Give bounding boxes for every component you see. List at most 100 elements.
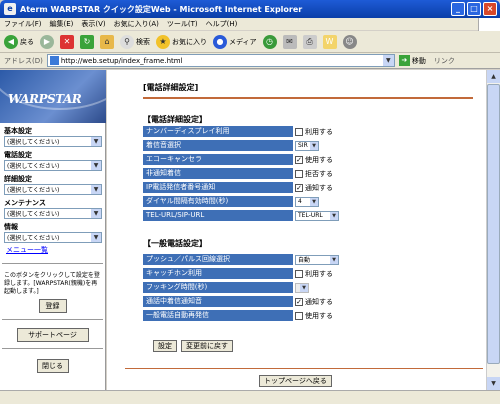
tel-sip-url-select[interactable]: TEL-URL ▼ [295,210,339,221]
chevron-down-icon: ▼ [91,209,101,218]
close-button[interactable]: 閉じる [36,359,69,373]
ringtone-value: SIR ▼ [295,140,319,151]
sidebar-select-phone[interactable]: (選択してください) ▼ [4,160,102,171]
vertical-scrollbar[interactable]: ▲ ▼ [486,70,500,390]
support-page-button[interactable]: サポートページ [16,328,89,342]
logo-text: WARPSTAR [8,92,82,106]
sidebar-section-basic: 基本設定 (選択してください) ▼ [0,123,105,147]
go-button[interactable]: ➜ 移動 [398,55,426,66]
sidebar-select-info[interactable]: (選択してください) ▼ [4,232,102,243]
checkbox-checked[interactable]: ✓ [295,155,303,164]
hooking-time-value: ▼ [295,282,309,293]
menu-edit[interactable]: 編集(E) [50,19,74,29]
back-button[interactable]: ◀ 戻る [4,34,34,49]
setting-row-echo-cancel: エコーキャンセラ ✓ 使用する [143,154,355,165]
checkbox-label: 通知する [305,297,333,306]
setting-row-tel-sip-url: TEL-URL/SIP-URL TEL-URL ▼ [143,210,355,221]
address-label: アドレス(D) [4,56,43,65]
scroll-up-icon[interactable]: ▲ [487,70,500,83]
mail-button[interactable]: ✉ [282,34,297,49]
checkbox-unchecked[interactable] [295,169,303,178]
print-button[interactable]: ⎙ [302,34,317,49]
page-title-block: [電話詳細設定] [143,82,473,99]
menu-tools[interactable]: ツール(T) [167,19,198,29]
menu-file[interactable]: ファイル(F) [4,19,42,29]
phone-section-heading: 【電話詳細設定】 [143,115,207,124]
edit-button[interactable]: W [322,34,337,49]
setting-row-dial-interval: ダイヤル間隔有効時間(秒) 4 ▼ [143,196,355,207]
ip-caller-id-checkbox[interactable]: ✓ 通知する [295,182,333,193]
sidebar-section-maintenance: メンテナンス (選択してください) ▼ [0,195,105,219]
call-notify-tone-checkbox[interactable]: ✓ 通知する [295,296,333,307]
register-button[interactable]: 登録 [38,299,67,313]
favorites-label: お気に入り [172,37,207,46]
select-value: (選択してください) [7,235,60,242]
links-button[interactable]: リンク [434,56,455,66]
checkbox-unchecked[interactable] [295,127,303,136]
media-button[interactable]: ● メディア [213,34,257,49]
echo-cancel-checkbox[interactable]: ✓ 使用する [295,154,333,165]
select-value: 4 [298,198,302,205]
refresh-button[interactable]: ↻ [80,34,94,49]
windows-logo-icon [478,17,500,31]
address-input[interactable]: http://web.setup/index_frame.html ▼ [46,54,395,67]
divider [2,319,103,320]
window-titlebar: e Aterm WARPSTAR クイック設定Web - Microsoft I… [0,0,500,18]
setting-label: ダイヤル間隔有効時間(秒) [143,196,293,207]
status-bar [0,390,500,404]
back-arrow-icon: ◀ [4,34,18,49]
checkbox-checked[interactable]: ✓ [295,297,303,306]
number-display-checkbox[interactable]: 利用する [295,126,333,137]
favorites-button[interactable]: ★ お気に入り [156,34,207,49]
checkbox-label: 拒否する [305,169,333,178]
push-pulse-select[interactable]: 自動 ▼ [295,254,339,265]
ringtone-select[interactable]: SIR ▼ [295,140,319,151]
menu-bar: ファイル(F) 編集(E) 表示(V) お気に入り(A) ツール(T) ヘルプ(… [0,17,500,31]
call-waiting-checkbox[interactable]: 利用する [295,268,333,279]
chevron-down-icon: ▼ [330,211,338,220]
go-label: 移動 [411,56,426,65]
chevron-down-icon: ▼ [91,185,101,194]
setting-row-call-notify-tone: 通話中着信通知音 ✓ 通知する [143,296,355,307]
top-page-button[interactable]: トップページへ戻る [259,375,332,387]
window-controls: _ □ × [451,2,497,16]
dial-interval-value: 4 ▼ [295,196,319,207]
select-value: (選択してください) [7,139,60,146]
auto-redial-checkbox[interactable]: 使用する [295,310,333,321]
menu-list-link[interactable]: メニュー一覧 [0,243,105,257]
checkbox-label: 使用する [305,155,333,164]
divider [2,348,103,349]
revert-button[interactable]: 変更前に戻す [181,340,233,352]
sidebar-select-basic[interactable]: (選択してください) ▼ [4,136,102,147]
checkbox-unchecked[interactable] [295,311,303,320]
hooking-time-select: ▼ [295,282,309,293]
scroll-thumb[interactable] [487,84,500,364]
maximize-button[interactable]: □ [467,2,481,16]
close-window-button[interactable]: × [483,2,497,16]
sidebar-select-maintenance[interactable]: (選択してください) ▼ [4,208,102,219]
checkbox-unchecked[interactable] [295,269,303,278]
minimize-button[interactable]: _ [451,2,465,16]
chevron-down-icon: ▼ [310,141,318,150]
home-button[interactable]: ⌂ [100,34,114,49]
search-button[interactable]: ⚲ 検索 [120,34,150,49]
messenger-button[interactable]: ☺ [342,34,357,49]
dial-interval-select[interactable]: 4 ▼ [295,196,319,207]
checkbox-checked[interactable]: ✓ [295,183,303,192]
anonymous-call-checkbox[interactable]: 拒否する [295,168,333,179]
stop-button[interactable]: ✕ [60,34,74,49]
menu-view[interactable]: 表示(V) [81,19,105,29]
forward-button[interactable]: ▶ [40,34,54,49]
page-title: [電話詳細設定] [143,83,199,92]
select-value: TEL-URL [298,212,323,219]
setting-label: エコーキャンセラ [143,154,293,165]
scroll-down-icon[interactable]: ▼ [487,377,500,390]
set-button[interactable]: 設定 [153,340,177,352]
menu-favorites[interactable]: お気に入り(A) [114,19,159,29]
menu-help[interactable]: ヘルプ(H) [206,19,238,29]
history-button[interactable]: ◷ [262,34,277,49]
chevron-down-icon: ▼ [91,233,101,242]
address-dropdown-icon[interactable]: ▼ [382,55,394,66]
sidebar-select-detail[interactable]: (選択してください) ▼ [4,184,102,195]
setting-label: プッシュ／パルス回線選択 [143,254,293,265]
